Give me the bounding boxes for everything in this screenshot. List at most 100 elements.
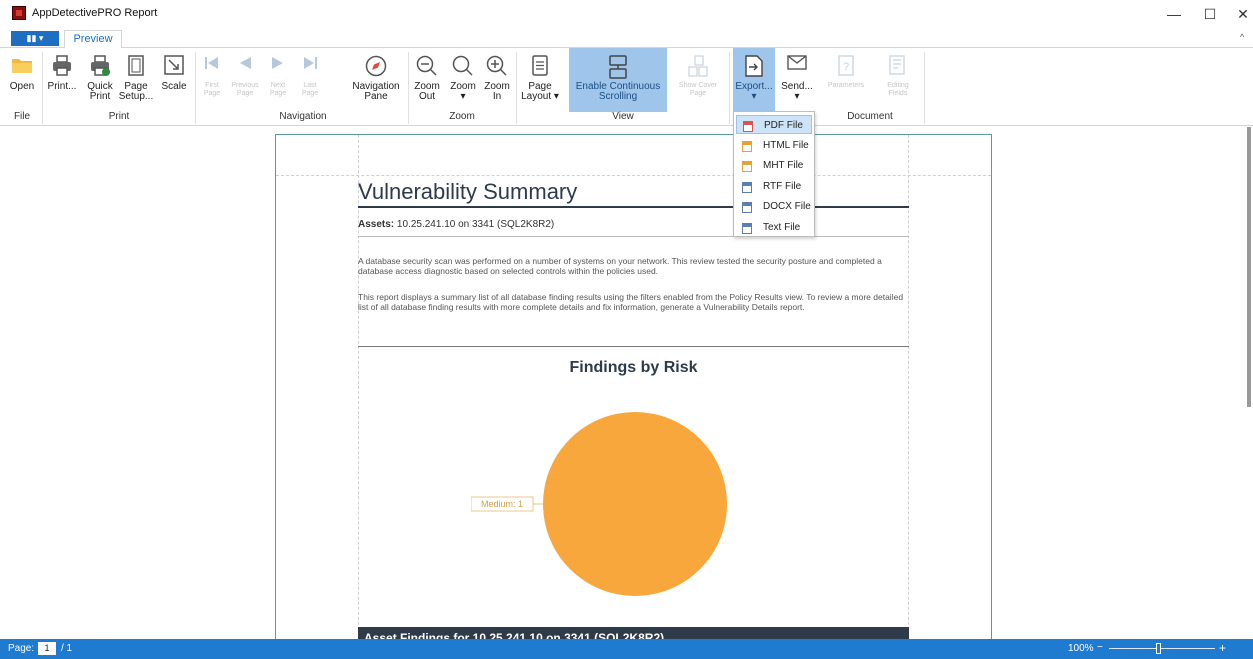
- previous-page-button[interactable]: Previous Page: [228, 48, 262, 112]
- group-label-navigation: Navigation: [279, 111, 327, 122]
- maximize-button[interactable]: ☐: [1195, 4, 1225, 24]
- group-label-zoom: Zoom: [449, 111, 475, 122]
- slice-label: Medium: 1: [481, 499, 523, 509]
- continuous-scrolling-icon: [609, 55, 627, 79]
- ribbon-toolbar: Open File Print... Quick Print Page Setu…: [0, 48, 1253, 126]
- quick-print-button[interactable]: Quick Print: [83, 48, 117, 112]
- last-page-icon: [304, 57, 317, 69]
- zoom-out-label: Zoom Out: [414, 81, 440, 102]
- report-paragraph: This report displays a summary list of a…: [358, 292, 904, 312]
- scrollbar-thumb[interactable]: [1247, 127, 1251, 407]
- group-label-document: Document: [847, 111, 893, 122]
- export-menu-item[interactable]: Text File: [736, 218, 812, 237]
- last-page-label: Last Page: [301, 82, 319, 97]
- export-menu-item[interactable]: RTF File: [736, 177, 812, 196]
- zoom-in-button[interactable]: Zoom In: [480, 48, 514, 112]
- zoom-label: Zoom ▾: [450, 81, 476, 102]
- next-page-button[interactable]: Next Page: [264, 48, 292, 112]
- export-menu-item[interactable]: DOCX File: [736, 197, 812, 216]
- page-setup-button[interactable]: Page Setup...: [118, 48, 154, 112]
- zoom-minus-button[interactable]: −: [1097, 642, 1103, 653]
- page-label: Page:: [8, 643, 35, 654]
- zoom-slider-thumb[interactable]: [1156, 643, 1162, 654]
- title-bar: AppDetectivePRO Report — ☐ ✕: [0, 0, 1253, 28]
- close-button[interactable]: ✕: [1228, 4, 1253, 24]
- ribbon-separator: [516, 52, 517, 124]
- page-layout-button[interactable]: Page Layout ▾: [519, 48, 561, 112]
- assets-line: Assets: 10.25.241.10 on 3341 (SQL2K8R2): [358, 219, 554, 230]
- application-menu-button[interactable]: ▮▮ ▾: [11, 31, 59, 46]
- export-menu-item[interactable]: MHT File: [736, 156, 812, 175]
- send-label: Send... ▾: [781, 81, 813, 102]
- file-type-icon: [743, 120, 753, 132]
- scale-button[interactable]: Scale: [158, 48, 190, 112]
- report-title: Vulnerability Summary: [358, 179, 578, 204]
- page-total: / 1: [61, 643, 73, 654]
- findings-pie-chart: Medium: 1: [471, 412, 727, 596]
- export-menu-item[interactable]: PDF File: [736, 115, 812, 134]
- minimize-button[interactable]: —: [1159, 4, 1189, 24]
- document-preview-area[interactable]: Vulnerability Summary Assets: 10.25.241.…: [0, 127, 1253, 644]
- zoom-out-button[interactable]: Zoom Out: [410, 48, 444, 112]
- navigation-pane-button[interactable]: Navigation Pane: [346, 48, 406, 112]
- show-cover-page-button[interactable]: Show Cover Page: [672, 48, 724, 112]
- editing-fields-button[interactable]: Editing Fields: [876, 48, 920, 112]
- printer-icon: [53, 55, 71, 76]
- quick-print-label: Quick Print: [87, 81, 113, 102]
- vertical-scrollbar[interactable]: [1244, 127, 1253, 639]
- group-label-view: View: [612, 111, 634, 122]
- export-icon: [745, 55, 763, 77]
- report-viewer-window: AppDetectivePRO Report — ☐ ✕ ▮▮ ▾ Previe…: [0, 0, 1253, 659]
- ribbon-separator: [195, 52, 196, 124]
- print-label: Print...: [47, 81, 77, 92]
- page-layout-label: Page Layout ▾: [521, 81, 559, 102]
- file-type-icon: [742, 181, 752, 193]
- page-layout-icon: [532, 55, 548, 76]
- file-type-icon: [742, 140, 752, 152]
- zoom-icon: [452, 55, 473, 76]
- tab-preview[interactable]: Preview: [64, 30, 122, 49]
- zoom-plus-button[interactable]: +: [1219, 641, 1226, 655]
- editing-fields-icon: [889, 55, 905, 75]
- page-setup-icon: [128, 55, 144, 76]
- export-menu-item-label: MHT File: [763, 160, 804, 171]
- group-label-file: File: [13, 111, 31, 122]
- open-button[interactable]: Open: [6, 48, 38, 112]
- collapse-ribbon-icon[interactable]: ^: [1240, 32, 1244, 42]
- send-button[interactable]: Send... ▾: [777, 48, 817, 112]
- first-page-button[interactable]: First Page: [198, 48, 226, 112]
- export-menu-item[interactable]: HTML File: [736, 136, 812, 155]
- parameters-label: Parameters: [827, 82, 865, 89]
- envelope-icon: [787, 55, 807, 70]
- svg-text:?: ?: [843, 61, 849, 73]
- print-button[interactable]: Print...: [45, 48, 79, 112]
- assets-value: 10.25.241.10 on 3341 (SQL2K8R2): [396, 219, 555, 230]
- open-label: Open: [9, 81, 35, 92]
- parameters-button[interactable]: ? Parameters: [818, 48, 874, 112]
- export-menu-item-label: DOCX File: [763, 201, 811, 212]
- last-page-button[interactable]: Last Page: [294, 48, 326, 112]
- editing-fields-label: Editing Fields: [887, 82, 909, 97]
- zoom-out-icon: [416, 55, 437, 76]
- zoom-button[interactable]: Zoom ▾: [446, 48, 480, 112]
- export-dropdown-menu: PDF File HTML File MHT File RTF File DOCX Fi…: [733, 111, 815, 237]
- previous-page-label: Previous Page: [231, 82, 259, 97]
- page-setup-label: Page Setup...: [118, 81, 154, 102]
- export-label: Export... ▾: [735, 81, 773, 102]
- export-button[interactable]: Export... ▾: [733, 48, 775, 112]
- status-bar: Page: 1 / 1 100% − +: [0, 639, 1253, 659]
- title-rule: [358, 206, 909, 208]
- export-menu-item-label: PDF File: [764, 120, 803, 131]
- folder-icon: [12, 59, 32, 73]
- export-menu-item-label: RTF File: [763, 180, 802, 192]
- cover-page-icon: [688, 55, 708, 77]
- ribbon-separator: [42, 52, 43, 124]
- divider: [358, 236, 909, 237]
- navigation-pane-label: Navigation Pane: [352, 81, 400, 102]
- continuous-scrolling-button[interactable]: Enable Continuous Scrolling: [569, 48, 667, 112]
- file-type-icon: [742, 201, 752, 213]
- report-page: Vulnerability Summary Assets: 10.25.241.…: [275, 134, 992, 644]
- zoom-slider-track[interactable]: [1109, 648, 1215, 649]
- first-page-label: First Page: [203, 82, 221, 97]
- page-number-input[interactable]: 1: [38, 642, 56, 655]
